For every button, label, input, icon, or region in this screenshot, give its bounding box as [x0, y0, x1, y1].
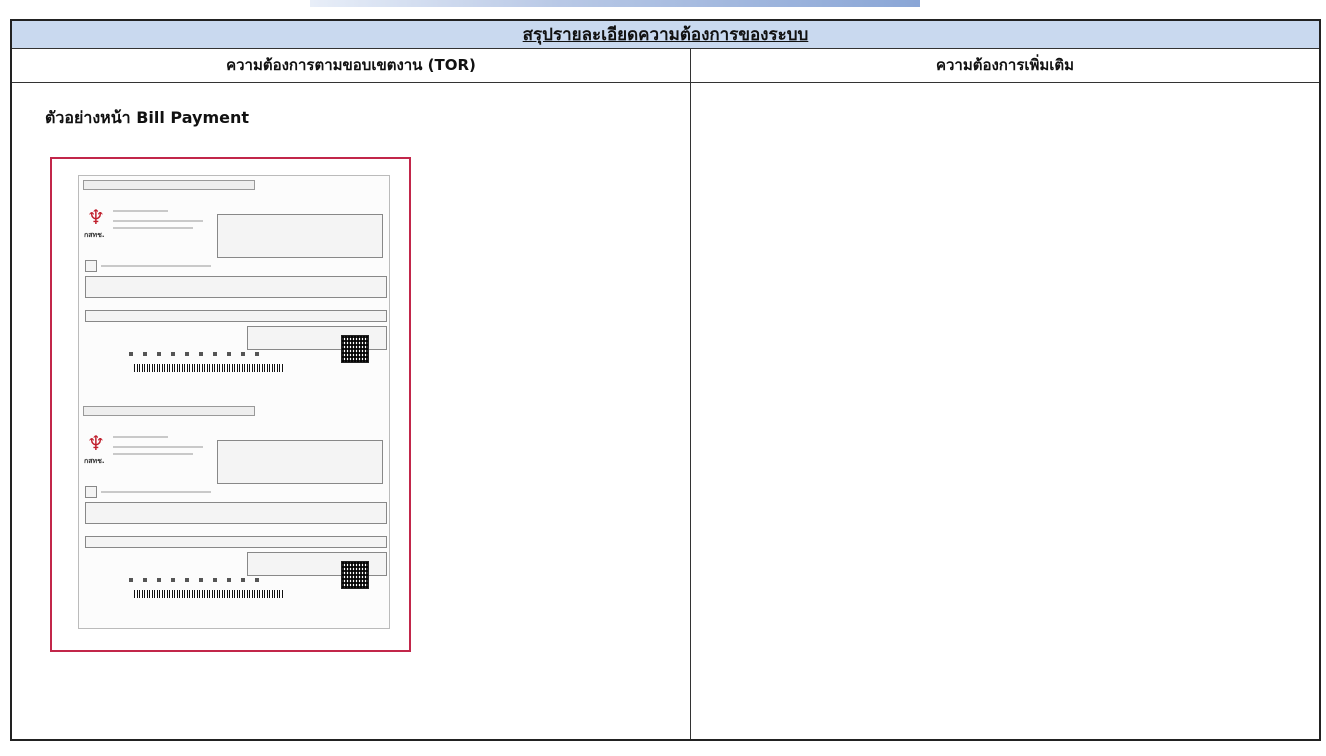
barcode — [134, 364, 284, 372]
address-line — [113, 220, 203, 222]
address-line — [113, 227, 193, 229]
column-additional-label: ความต้องการเพิ่มเติม — [935, 56, 1075, 74]
agency-name-line — [113, 210, 168, 212]
customer-info-box — [217, 214, 383, 258]
garuda-emblem-icon: ♆ — [87, 431, 105, 455]
column-divider — [690, 82, 691, 739]
qr-code-icon — [341, 561, 369, 589]
amount-row — [85, 310, 387, 322]
table-title: สรุปรายละเอียดความต้องการของระบบ — [522, 25, 809, 45]
agency-name-line — [113, 436, 168, 438]
payment-slip-bottom: ♆ กสทช. — [79, 406, 389, 628]
checkbox-icon — [85, 260, 97, 272]
address-line — [113, 453, 193, 455]
bill-payment-preview-image: ♆ กสทช. ♆ กสทช. — [50, 157, 411, 652]
example-heading: ตัวอย่างหน้า Bill Payment — [45, 108, 250, 127]
column-header-tor: ความต้องการตามขอบเขตงาน (TOR) — [12, 48, 691, 82]
payment-table — [85, 502, 387, 524]
amount-row — [85, 536, 387, 548]
barcode — [134, 590, 284, 598]
column-tor-label: ความต้องการตามขอบเขตงาน (TOR) — [226, 56, 476, 74]
agency-logo-text: กสทช. — [84, 457, 105, 465]
table-header-row: สรุปรายละเอียดความต้องการของระบบ — [12, 21, 1319, 49]
payment-slip-top: ♆ กสทช. — [79, 180, 389, 402]
customer-info-box — [217, 440, 383, 484]
checkbox-icon — [85, 486, 97, 498]
bank-checkboxes — [129, 342, 299, 358]
slip-title-bar — [83, 406, 255, 416]
bill-payment-form-sheet: ♆ กสทช. ♆ กสทช. — [78, 175, 390, 629]
payment-table — [85, 276, 387, 298]
requirements-table: สรุปรายละเอียดความต้องการของระบบ ความต้อ… — [10, 19, 1321, 741]
address-line — [113, 446, 203, 448]
top-decorative-stripe — [310, 0, 920, 7]
slip-title-bar — [83, 180, 255, 190]
agency-logo-text: กสทช. — [84, 231, 105, 239]
column-header-additional: ความต้องการเพิ่มเติม — [691, 48, 1319, 82]
payment-method-line — [101, 265, 211, 267]
qr-code-icon — [341, 335, 369, 363]
bank-checkboxes — [129, 568, 299, 584]
column-header-row: ความต้องการตามขอบเขตงาน (TOR) ความต้องกา… — [12, 48, 1319, 83]
garuda-emblem-icon: ♆ — [87, 205, 105, 229]
payment-method-line — [101, 491, 211, 493]
